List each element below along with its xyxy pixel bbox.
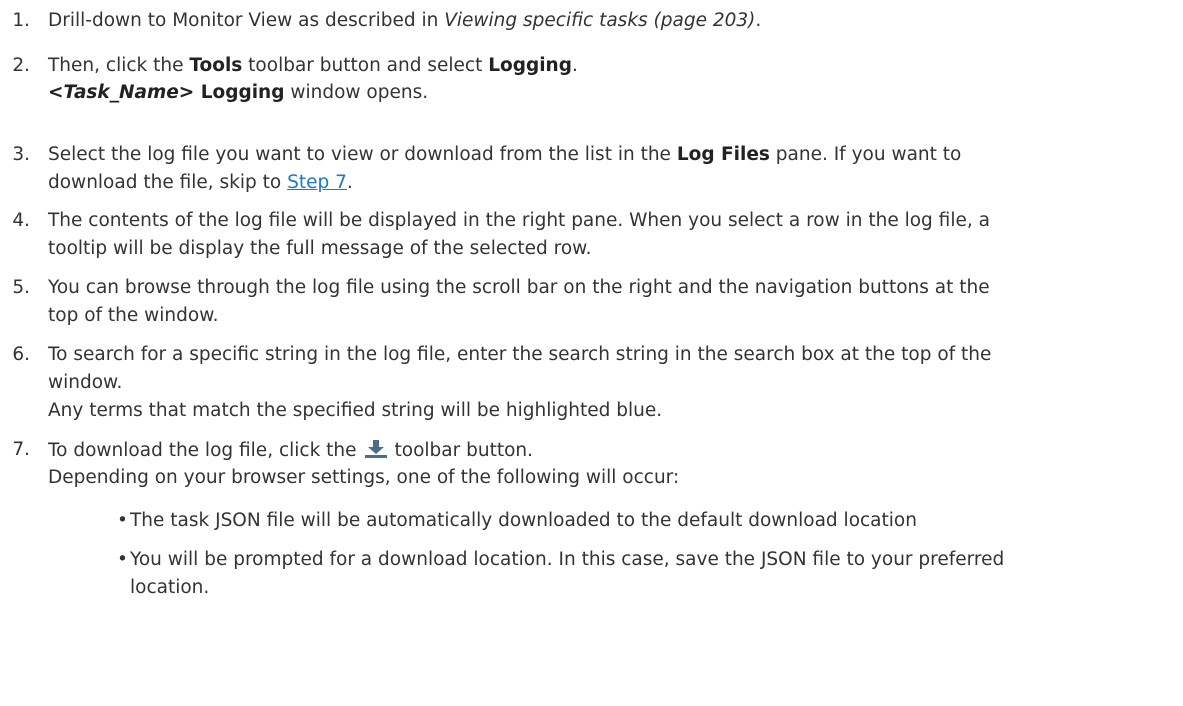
step-number: 4.: [12, 210, 30, 231]
step-text: The contents of the log file will be dis…: [48, 210, 990, 231]
bullet-mark: •: [117, 510, 128, 531]
bullet-mark: •: [117, 549, 128, 570]
step-number: 5.: [12, 277, 30, 298]
step-7-link[interactable]: Step 7: [287, 172, 347, 193]
step-text-continued: download the file, skip to Step 7.: [48, 172, 353, 193]
bullet-text: The task JSON file will be automatically…: [130, 510, 917, 531]
step-text-continued: tooltip will be display the full message…: [48, 238, 592, 259]
step-text: You can browse through the log file usin…: [48, 277, 990, 298]
step-text: To download the log file, click the toolb…: [48, 439, 534, 461]
bullet-text: You will be prompted for a download loca…: [130, 549, 1005, 570]
step-text: Drill-down to Monitor View as described …: [48, 10, 762, 31]
logging-label: Logging: [488, 55, 572, 76]
step-note: Any terms that match the specified strin…: [48, 400, 663, 421]
step-number: 6.: [12, 344, 30, 365]
step-text-continued: top of the window.: [48, 305, 219, 326]
bullet-text-continued: location.: [130, 577, 210, 598]
download-icon: [363, 439, 389, 459]
step-number: 2.: [12, 55, 30, 76]
step-note: Depending on your browser settings, one …: [48, 467, 680, 488]
page-reference: Viewing specific tasks (page 203): [444, 10, 756, 31]
step-text: Select the log file you want to view or …: [48, 144, 962, 165]
step-text: To search for a specific string in the l…: [48, 344, 992, 365]
step-number: 7.: [12, 439, 30, 460]
step-number: 1.: [12, 10, 30, 31]
document: 1. Drill-down to Monitor View as describ…: [0, 0, 1183, 706]
step-text-continued: window.: [48, 372, 123, 393]
tools-label: Tools: [189, 55, 243, 76]
log-files-label: Log Files: [676, 144, 770, 165]
step-note: <Task_Name> Logging window opens.: [48, 82, 429, 103]
task-name-placeholder: Task_Name: [63, 82, 179, 103]
step-text: Then, click the Tools toolbar button and…: [48, 55, 578, 76]
step-number: 3.: [12, 144, 30, 165]
